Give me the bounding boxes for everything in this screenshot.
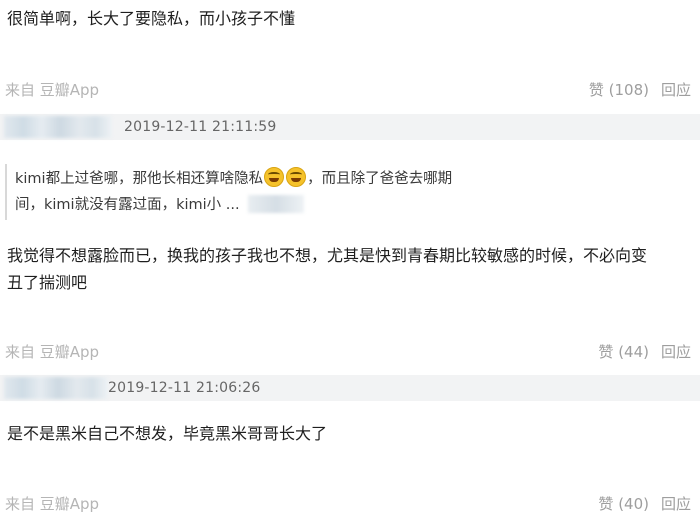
user-bar: 2019-12-11 21:11:59 [0, 114, 700, 140]
quote-text-part: 间，kimi就没有露过面，kimi小 ... [15, 197, 240, 213]
comment-text: 丑了揣测吧 [7, 273, 88, 292]
reply-button[interactable]: 回应 [661, 81, 691, 99]
comment-meta: 来自 豆瓣App 赞 (40) 回应 [0, 493, 700, 515]
comment-text: 很简单啊，长大了要隐私，而小孩子不懂 [7, 9, 296, 28]
like-button[interactable]: 赞 (108) [589, 81, 649, 99]
laughing-face-icon [286, 167, 307, 187]
quoted-comment: kimi都上过爸哪，那他长相还算啥隐私 ，而且除了爸爸去哪期 间，kimi就没有露… [5, 164, 527, 220]
comment-timestamp: 2019-12-11 21:06:26 [108, 380, 261, 396]
blurred-username [4, 377, 108, 399]
quote-line-1: kimi都上过爸哪，那他长相还算啥隐私 ，而且除了爸爸去哪期 [15, 167, 452, 191]
comment-actions: 赞 (40) 回应 [598, 493, 691, 515]
source-label: 来自 豆瓣App [5, 81, 100, 99]
user-bar: 2019-12-11 21:06:26 [0, 375, 700, 401]
like-button[interactable]: 赞 (40) [598, 495, 649, 513]
blurred-text [247, 195, 304, 213]
quote-text-part: kimi都上过爸哪，那他长相还算啥隐私 [15, 171, 264, 187]
comment-meta: 来自 豆瓣App 赞 (108) 回应 [0, 79, 700, 101]
source-label: 来自 豆瓣App [5, 495, 100, 513]
blurred-username [4, 116, 112, 138]
quote-text-part: ，而且除了爸爸去哪期 [307, 171, 453, 187]
quote-line-2: 间，kimi就没有露过面，kimi小 ... [15, 193, 304, 217]
laughing-face-icon [264, 167, 285, 187]
comment-timestamp: 2019-12-11 21:11:59 [124, 119, 277, 135]
comment-actions: 赞 (44) 回应 [598, 341, 691, 363]
comment-text: 是不是黑米自己不想发，毕竟黑米哥哥长大了 [7, 424, 328, 443]
comment-actions: 赞 (108) 回应 [589, 79, 691, 101]
like-button[interactable]: 赞 (44) [598, 343, 649, 361]
reply-button[interactable]: 回应 [661, 343, 691, 361]
source-label: 来自 豆瓣App [5, 343, 100, 361]
reply-button[interactable]: 回应 [661, 495, 691, 513]
comment-meta: 来自 豆瓣App 赞 (44) 回应 [0, 341, 700, 363]
comment-text: 我觉得不想露脸而已，换我的孩子我也不想，尤其是快到青春期比较敏感的时候，不必向变 [7, 246, 648, 265]
